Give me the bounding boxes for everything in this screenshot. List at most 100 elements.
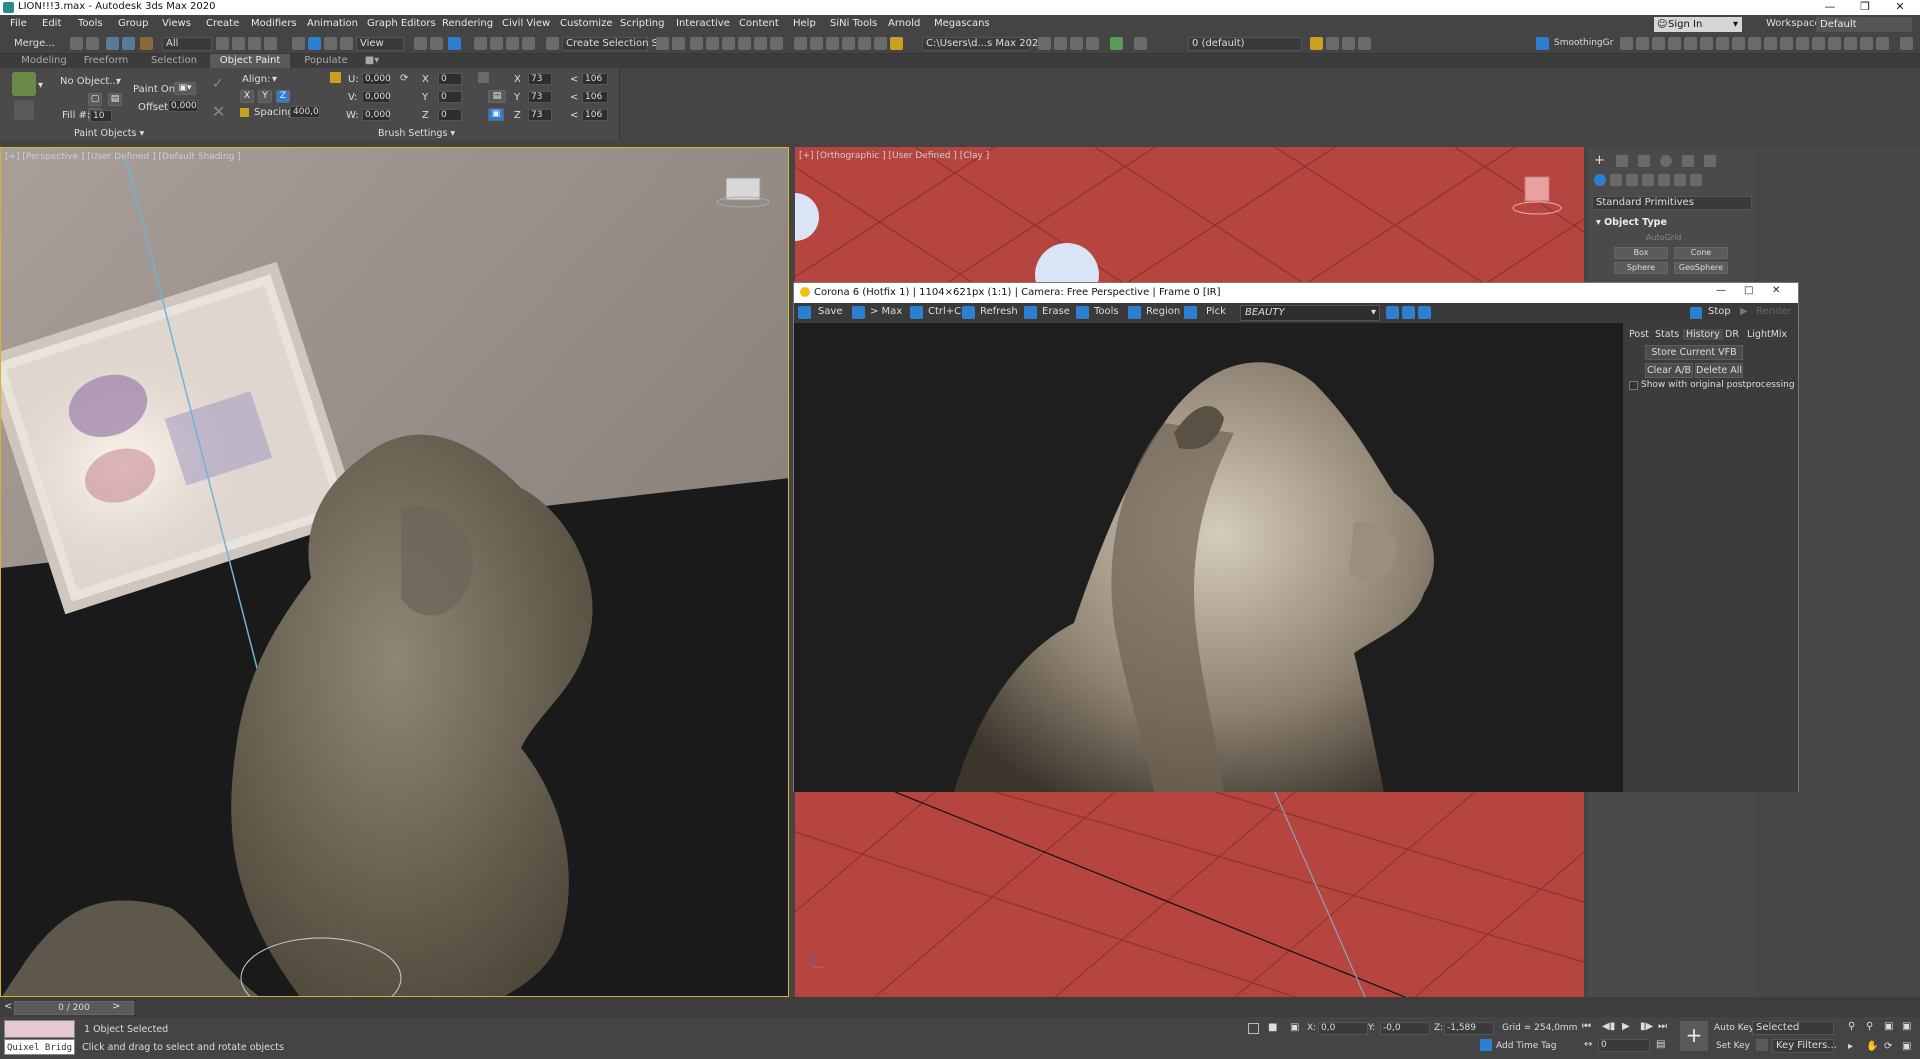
set-key-button[interactable]: Set Key: [1716, 1041, 1750, 1051]
maxscript-listener[interactable]: [4, 1020, 75, 1038]
percent-snap-icon[interactable]: [506, 37, 519, 50]
go-to-end-icon[interactable]: ⏭: [1658, 1021, 1667, 1032]
previous-frame-icon[interactable]: ◀▮: [1602, 1021, 1615, 1032]
film-icon[interactable]: [1684, 37, 1697, 50]
toggle-ribbon-icon[interactable]: [722, 37, 735, 50]
vfb-erase-button[interactable]: Erase: [1042, 306, 1070, 317]
unlink-icon[interactable]: [122, 37, 135, 50]
vfb-render-button[interactable]: Render: [1756, 306, 1792, 317]
material-editor-icon[interactable]: [770, 37, 783, 50]
zoom-extents-all-icon[interactable]: ▣: [1902, 1021, 1911, 1032]
chevrons-down-icon[interactable]: [1110, 37, 1123, 50]
v-field[interactable]: 0,000: [362, 91, 391, 103]
lights-icon[interactable]: [1626, 174, 1638, 186]
vfb-refresh-button[interactable]: Refresh: [980, 306, 1018, 317]
delete-all-button[interactable]: Delete All: [1695, 363, 1743, 378]
geometry-icon[interactable]: [1594, 174, 1606, 186]
uniform-scale-icon[interactable]: ▣: [488, 108, 504, 121]
toggle-scene-explorer-icon[interactable]: [690, 37, 703, 50]
viewport-label[interactable]: [+] [Perspective ] [User Defined ] [Defa…: [5, 152, 241, 162]
display-tab-icon[interactable]: [1682, 155, 1694, 167]
scale-x-max-field[interactable]: 106: [582, 73, 608, 85]
sign-in-dropdown[interactable]: ☺ Sign In ▾: [1654, 17, 1742, 32]
menu-help[interactable]: Help: [793, 18, 816, 29]
slider-prev-icon[interactable]: <: [4, 1001, 12, 1012]
play-icon[interactable]: ▶: [1622, 1021, 1630, 1032]
project-save-icon[interactable]: [1086, 37, 1099, 50]
scale-z-max-field[interactable]: 106: [582, 109, 608, 121]
scale-y-field[interactable]: 73: [528, 91, 552, 103]
tab-dr[interactable]: DR: [1725, 329, 1739, 340]
pan-icon[interactable]: ✋: [1866, 1041, 1878, 1052]
viewport-orthographic[interactable]: [+] [Orthographic ] [User Defined ] [Cla…: [795, 147, 1584, 284]
corona-vfb-window[interactable]: Corona 6 (Hotfix 1) | 1104×621px (1:1) |…: [793, 282, 1799, 792]
render-production-icon[interactable]: [826, 37, 839, 50]
bulb-icon[interactable]: [1876, 37, 1889, 50]
select-move-icon[interactable]: [292, 37, 305, 50]
geosphere-button[interactable]: GeoSphere: [1674, 262, 1728, 274]
menu-interactive[interactable]: Interactive: [676, 18, 730, 29]
modify-tab-icon[interactable]: [1616, 155, 1628, 167]
align-x-button[interactable]: X: [240, 90, 254, 103]
select-scale-icon[interactable]: [324, 37, 337, 50]
add-to-layer-icon[interactable]: [1310, 37, 1323, 50]
checkmark-icon[interactable]: ✓: [212, 76, 224, 92]
camera-icon[interactable]: [1668, 37, 1681, 50]
link-icon[interactable]: [106, 37, 119, 50]
select-place-icon[interactable]: [340, 37, 353, 50]
tab-populate[interactable]: Populate: [296, 54, 356, 68]
isolate-icon[interactable]: [1248, 1023, 1259, 1034]
maximize-viewport-icon[interactable]: ▣: [1902, 1041, 1911, 1052]
autogrid-checkbox[interactable]: AutoGrid: [1646, 233, 1681, 242]
scale-y-max-field[interactable]: 106: [582, 91, 608, 103]
paint-brush-icon[interactable]: [12, 72, 36, 96]
menu-modifiers[interactable]: Modifiers: [251, 18, 297, 29]
hdri-icon[interactable]: [1780, 37, 1793, 50]
scale-z-field[interactable]: 73: [528, 109, 552, 121]
merge-button[interactable]: Merge...: [14, 38, 55, 49]
bind-space-warp-icon[interactable]: [140, 37, 153, 50]
menu-sini-tools[interactable]: SiNi Tools: [830, 18, 877, 29]
vfb-to-max-button[interactable]: > Max: [870, 306, 902, 317]
current-frame-field[interactable]: 0: [1598, 1039, 1650, 1052]
zoom-all-icon[interactable]: ⚲: [1866, 1021, 1873, 1032]
object-category-dropdown[interactable]: Standard Primitives: [1592, 196, 1752, 210]
tab-selection[interactable]: Selection: [144, 54, 204, 68]
tab-modeling[interactable]: Modeling: [14, 54, 74, 68]
menu-animation[interactable]: Animation: [307, 18, 358, 29]
store-current-vfb-button[interactable]: Store Current VFB: [1645, 345, 1743, 360]
viewport-label[interactable]: [+] [Orthographic ] [User Defined ] [Cla…: [799, 151, 989, 161]
grid-icon[interactable]: [1700, 37, 1713, 50]
curve-editor-icon[interactable]: [738, 37, 751, 50]
tab-object-paint[interactable]: Object Paint: [210, 54, 290, 68]
smoothing-groups-label[interactable]: SmoothingGr: [1554, 38, 1613, 48]
close-button[interactable]: ✕: [1885, 0, 1915, 15]
w-field[interactable]: 0,000: [362, 109, 391, 121]
zoom-in-icon[interactable]: [1386, 306, 1399, 319]
paint-on-dropdown[interactable]: ▣▾: [174, 82, 196, 95]
lock-icon[interactable]: [1748, 37, 1761, 50]
undo-icon[interactable]: [70, 37, 83, 50]
light-icon[interactable]: [1620, 37, 1633, 50]
orbit-icon[interactable]: ⟳: [1884, 1041, 1892, 1052]
window-crossing-icon[interactable]: [264, 37, 277, 50]
menu-create[interactable]: Create: [206, 18, 239, 29]
zoom-extents-icon[interactable]: ▣: [1884, 1021, 1893, 1032]
menu-arnold[interactable]: Arnold: [888, 18, 920, 29]
motion-tab-icon[interactable]: [1660, 155, 1672, 167]
eye-icon[interactable]: [1860, 37, 1873, 50]
cone-button[interactable]: Cone: [1674, 247, 1728, 259]
decal-icon[interactable]: [1828, 37, 1841, 50]
u-field[interactable]: 0,000: [362, 73, 391, 85]
paint-objects-group[interactable]: Paint Objects ▾: [74, 128, 144, 139]
paint-dropdown-icon[interactable]: ▾: [38, 80, 43, 91]
viewport-perspective[interactable]: [+] [Perspective ] [User Defined ] [Defa…: [0, 147, 789, 997]
layer-select-icon[interactable]: [1342, 37, 1355, 50]
toolbar-more-icon[interactable]: [1900, 37, 1913, 50]
helpers-icon[interactable]: [1658, 174, 1670, 186]
menu-views[interactable]: Views: [162, 18, 191, 29]
point-icon[interactable]: [1636, 37, 1649, 50]
menu-edit[interactable]: Edit: [42, 18, 61, 29]
align-dropdown-icon[interactable]: ▾: [272, 74, 277, 85]
rot-z-field[interactable]: 0: [438, 109, 462, 121]
